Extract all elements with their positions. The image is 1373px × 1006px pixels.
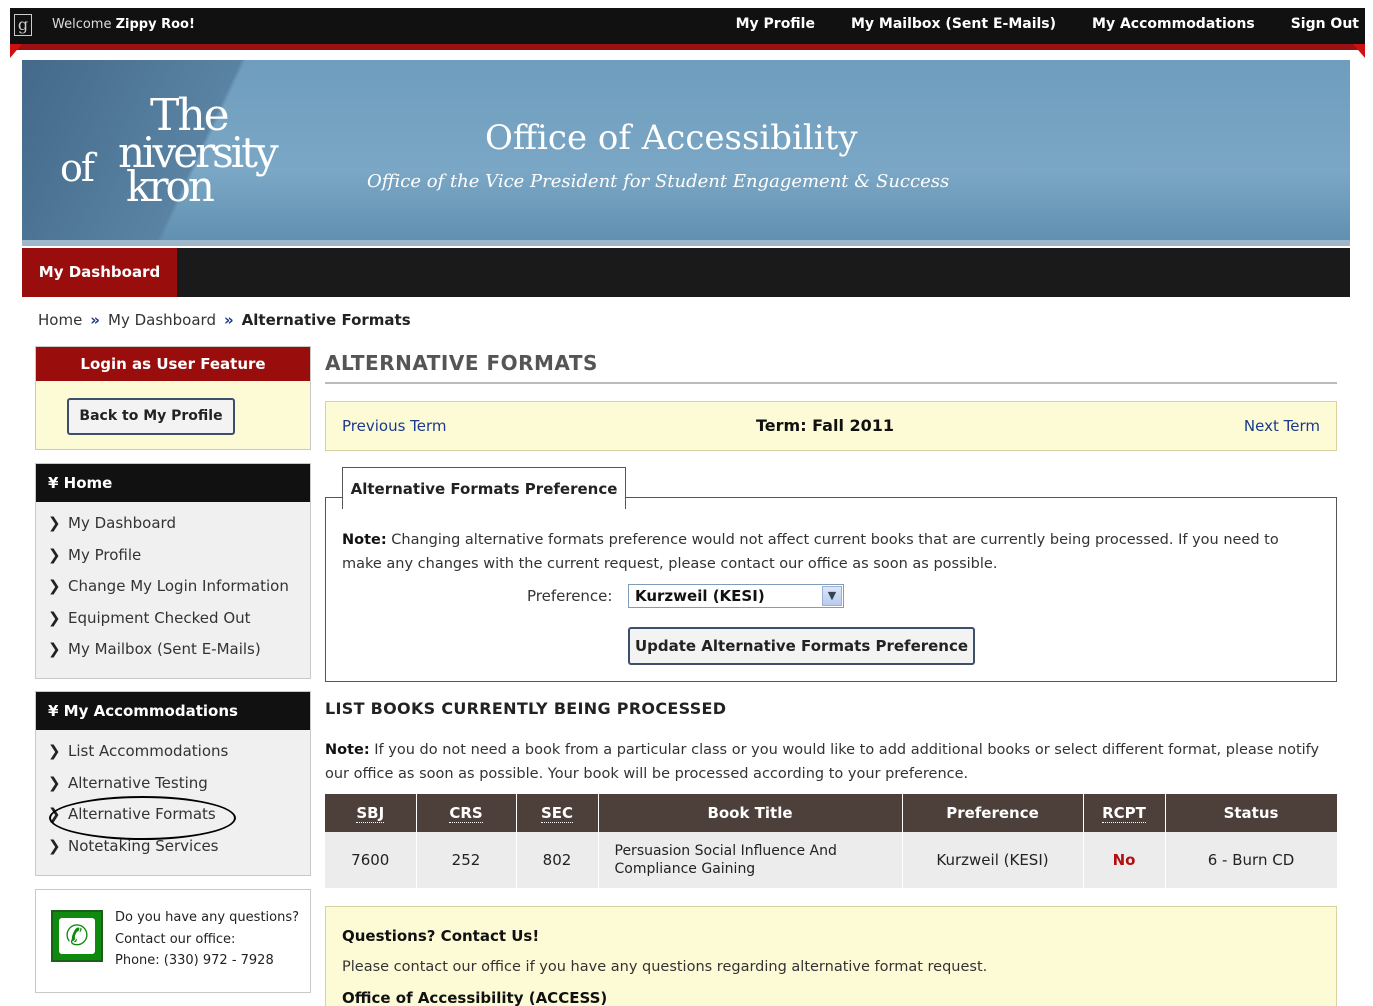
header-corner-right (1353, 44, 1365, 58)
table-header-row: SBJ CRS SEC Book Title Preference RCPT S… (325, 794, 1338, 832)
welcome-text: Welcome Zippy Roo! (52, 17, 195, 32)
top-nav: My Profile My Mailbox (Sent E-Mails) My … (700, 16, 1359, 32)
column-header-sbj[interactable]: SBJ (325, 794, 417, 832)
nav-my-mailbox[interactable]: My Mailbox (Sent E-Mails) (851, 16, 1056, 32)
tab-my-dashboard[interactable]: My Dashboard (22, 248, 177, 297)
chevron-right-icon: ❯ (48, 608, 61, 627)
page-title: ALTERNATIVE FORMATS (325, 351, 598, 375)
title-divider (325, 382, 1337, 384)
column-header-book-title: Book Title (598, 794, 903, 832)
back-to-profile-button[interactable]: Back to My Profile (67, 398, 235, 435)
main-nav-bar: My Dashboard (22, 248, 1350, 297)
preference-label: Preference: (527, 587, 613, 605)
office-title: Office of Accessibility (485, 118, 858, 158)
contact-us-box: Questions? Contact Us! Please contact ou… (325, 906, 1337, 1006)
top-bar: g Welcome Zippy Roo! My Profile My Mailb… (10, 8, 1365, 44)
contact-phone: Phone: (330) 972 - 7928 (115, 953, 274, 968)
chevron-right-icon: ❯ (48, 836, 61, 855)
app-logo-icon: g (14, 14, 32, 36)
next-term-link[interactable]: Next Term (1244, 417, 1320, 435)
previous-term-link[interactable]: Previous Term (342, 417, 447, 435)
office-subtitle: Office of the Vice President for Student… (367, 171, 950, 192)
column-header-status: Status (1165, 794, 1338, 832)
breadcrumb-separator: » (223, 311, 234, 329)
contact-heading: Questions? Contact Us! (342, 927, 540, 945)
books-section-title: LIST BOOKS CURRENTLY BEING PROCESSED (325, 699, 727, 718)
cell-sec: 802 (516, 832, 599, 889)
breadcrumb: Home » My Dashboard » Alternative Formats (38, 311, 411, 329)
annotation-circle-alt-formats (49, 796, 236, 840)
table-row: 7600 252 802 Persuasion Social Influence… (325, 832, 1338, 889)
contact-panel: ✆ Do you have any questions? Contact our… (35, 889, 311, 993)
accommodations-panel-header[interactable]: ¥ My Accommodations (36, 692, 310, 730)
chevron-right-icon: ❯ (48, 773, 61, 792)
column-header-crs[interactable]: CRS (416, 794, 517, 832)
nav-sign-out[interactable]: Sign Out (1291, 16, 1359, 32)
cell-crs: 252 (416, 832, 517, 889)
books-note: Note: If you do not need a book from a p… (325, 742, 1320, 782)
collapse-icon: ¥ (48, 702, 59, 720)
preference-select[interactable]: Kurzweil (KESI) ▼ (628, 584, 844, 608)
cell-preference: Kurzweil (KESI) (902, 832, 1084, 889)
chevron-right-icon: ❯ (48, 514, 61, 532)
sidebar-item-list-accommodations[interactable]: ❯ List Accommodations (48, 736, 310, 768)
sidebar-item-equipment[interactable]: ❯ Equipment Checked Out (48, 603, 310, 635)
contact-text: Please contact our office if you have an… (342, 959, 988, 975)
accommodations-panel: ¥ My Accommodations ❯ List Accommodations… (35, 691, 311, 876)
cell-status: 6 - Burn CD (1165, 832, 1338, 889)
nav-my-profile[interactable]: My Profile (736, 16, 815, 32)
banner-stripe (22, 240, 1350, 246)
header-red-line (10, 44, 1365, 50)
books-table: SBJ CRS SEC Book Title Preference RCPT S… (325, 794, 1338, 889)
site-banner: The niversity of kron Office of Accessib… (22, 60, 1350, 246)
chevron-right-icon: ❯ (48, 742, 61, 760)
cell-book-title: Persuasion Social Influence And Complian… (598, 832, 903, 889)
user-name: Zippy Roo! (115, 17, 195, 32)
preference-note: Note: Changing alternative formats prefe… (342, 532, 1279, 572)
header-corner-left (10, 44, 22, 58)
login-as-user-panel: Login as User Feature Back to My Profile (35, 346, 311, 450)
cell-sbj: 7600 (325, 832, 417, 889)
university-logo[interactable]: The niversity of kron (60, 90, 300, 211)
column-header-rcpt[interactable]: RCPT (1083, 794, 1166, 832)
login-panel-title: Login as User Feature (36, 347, 310, 381)
chevron-right-icon: ❯ (48, 545, 61, 564)
sidebar-item-my-profile[interactable]: ❯ My Profile (48, 540, 310, 572)
preference-section: Note: Changing alternative formats prefe… (325, 497, 1337, 682)
preference-section-tab: Alternative Formats Preference (342, 467, 626, 509)
chevron-right-icon: ❯ (48, 577, 61, 596)
update-preference-button[interactable]: Update Alternative Formats Preference (628, 627, 975, 665)
sidebar-item-my-mailbox[interactable]: ❯ My Mailbox (Sent E-Mails) (48, 634, 310, 666)
chevron-down-icon: ▼ (822, 586, 842, 606)
column-header-sec[interactable]: SEC (516, 794, 599, 832)
breadcrumb-dashboard[interactable]: My Dashboard (108, 311, 216, 329)
home-panel: ¥ Home ❯ My Dashboard ❯ My Profile ❯ Change… (35, 463, 311, 679)
office-name: Office of Accessibility (ACCESS) (342, 989, 608, 1006)
sidebar-item-change-login[interactable]: ❯ Change My Login Information (48, 571, 310, 603)
breadcrumb-current: Alternative Formats (241, 311, 411, 329)
cell-rcpt: No (1083, 832, 1166, 889)
column-header-preference: Preference (902, 794, 1084, 832)
sidebar-item-my-dashboard[interactable]: ❯ My Dashboard (48, 508, 310, 540)
breadcrumb-separator: » (90, 311, 100, 329)
current-term: Term: Fall 2011 (756, 416, 895, 435)
contact-text: Do you have any questions? Contact our o… (115, 907, 299, 972)
nav-my-accommodations[interactable]: My Accommodations (1092, 16, 1255, 32)
chevron-right-icon: ❯ (48, 640, 61, 659)
term-navigation: Previous Term Term: Fall 2011 Next Term (325, 401, 1337, 451)
home-panel-header[interactable]: ¥ Home (36, 464, 310, 502)
phone-icon: ✆ (51, 910, 103, 962)
sidebar-item-alternative-testing[interactable]: ❯ Alternative Testing (48, 768, 310, 800)
breadcrumb-home[interactable]: Home (38, 311, 82, 329)
collapse-icon: ¥ (48, 474, 59, 492)
